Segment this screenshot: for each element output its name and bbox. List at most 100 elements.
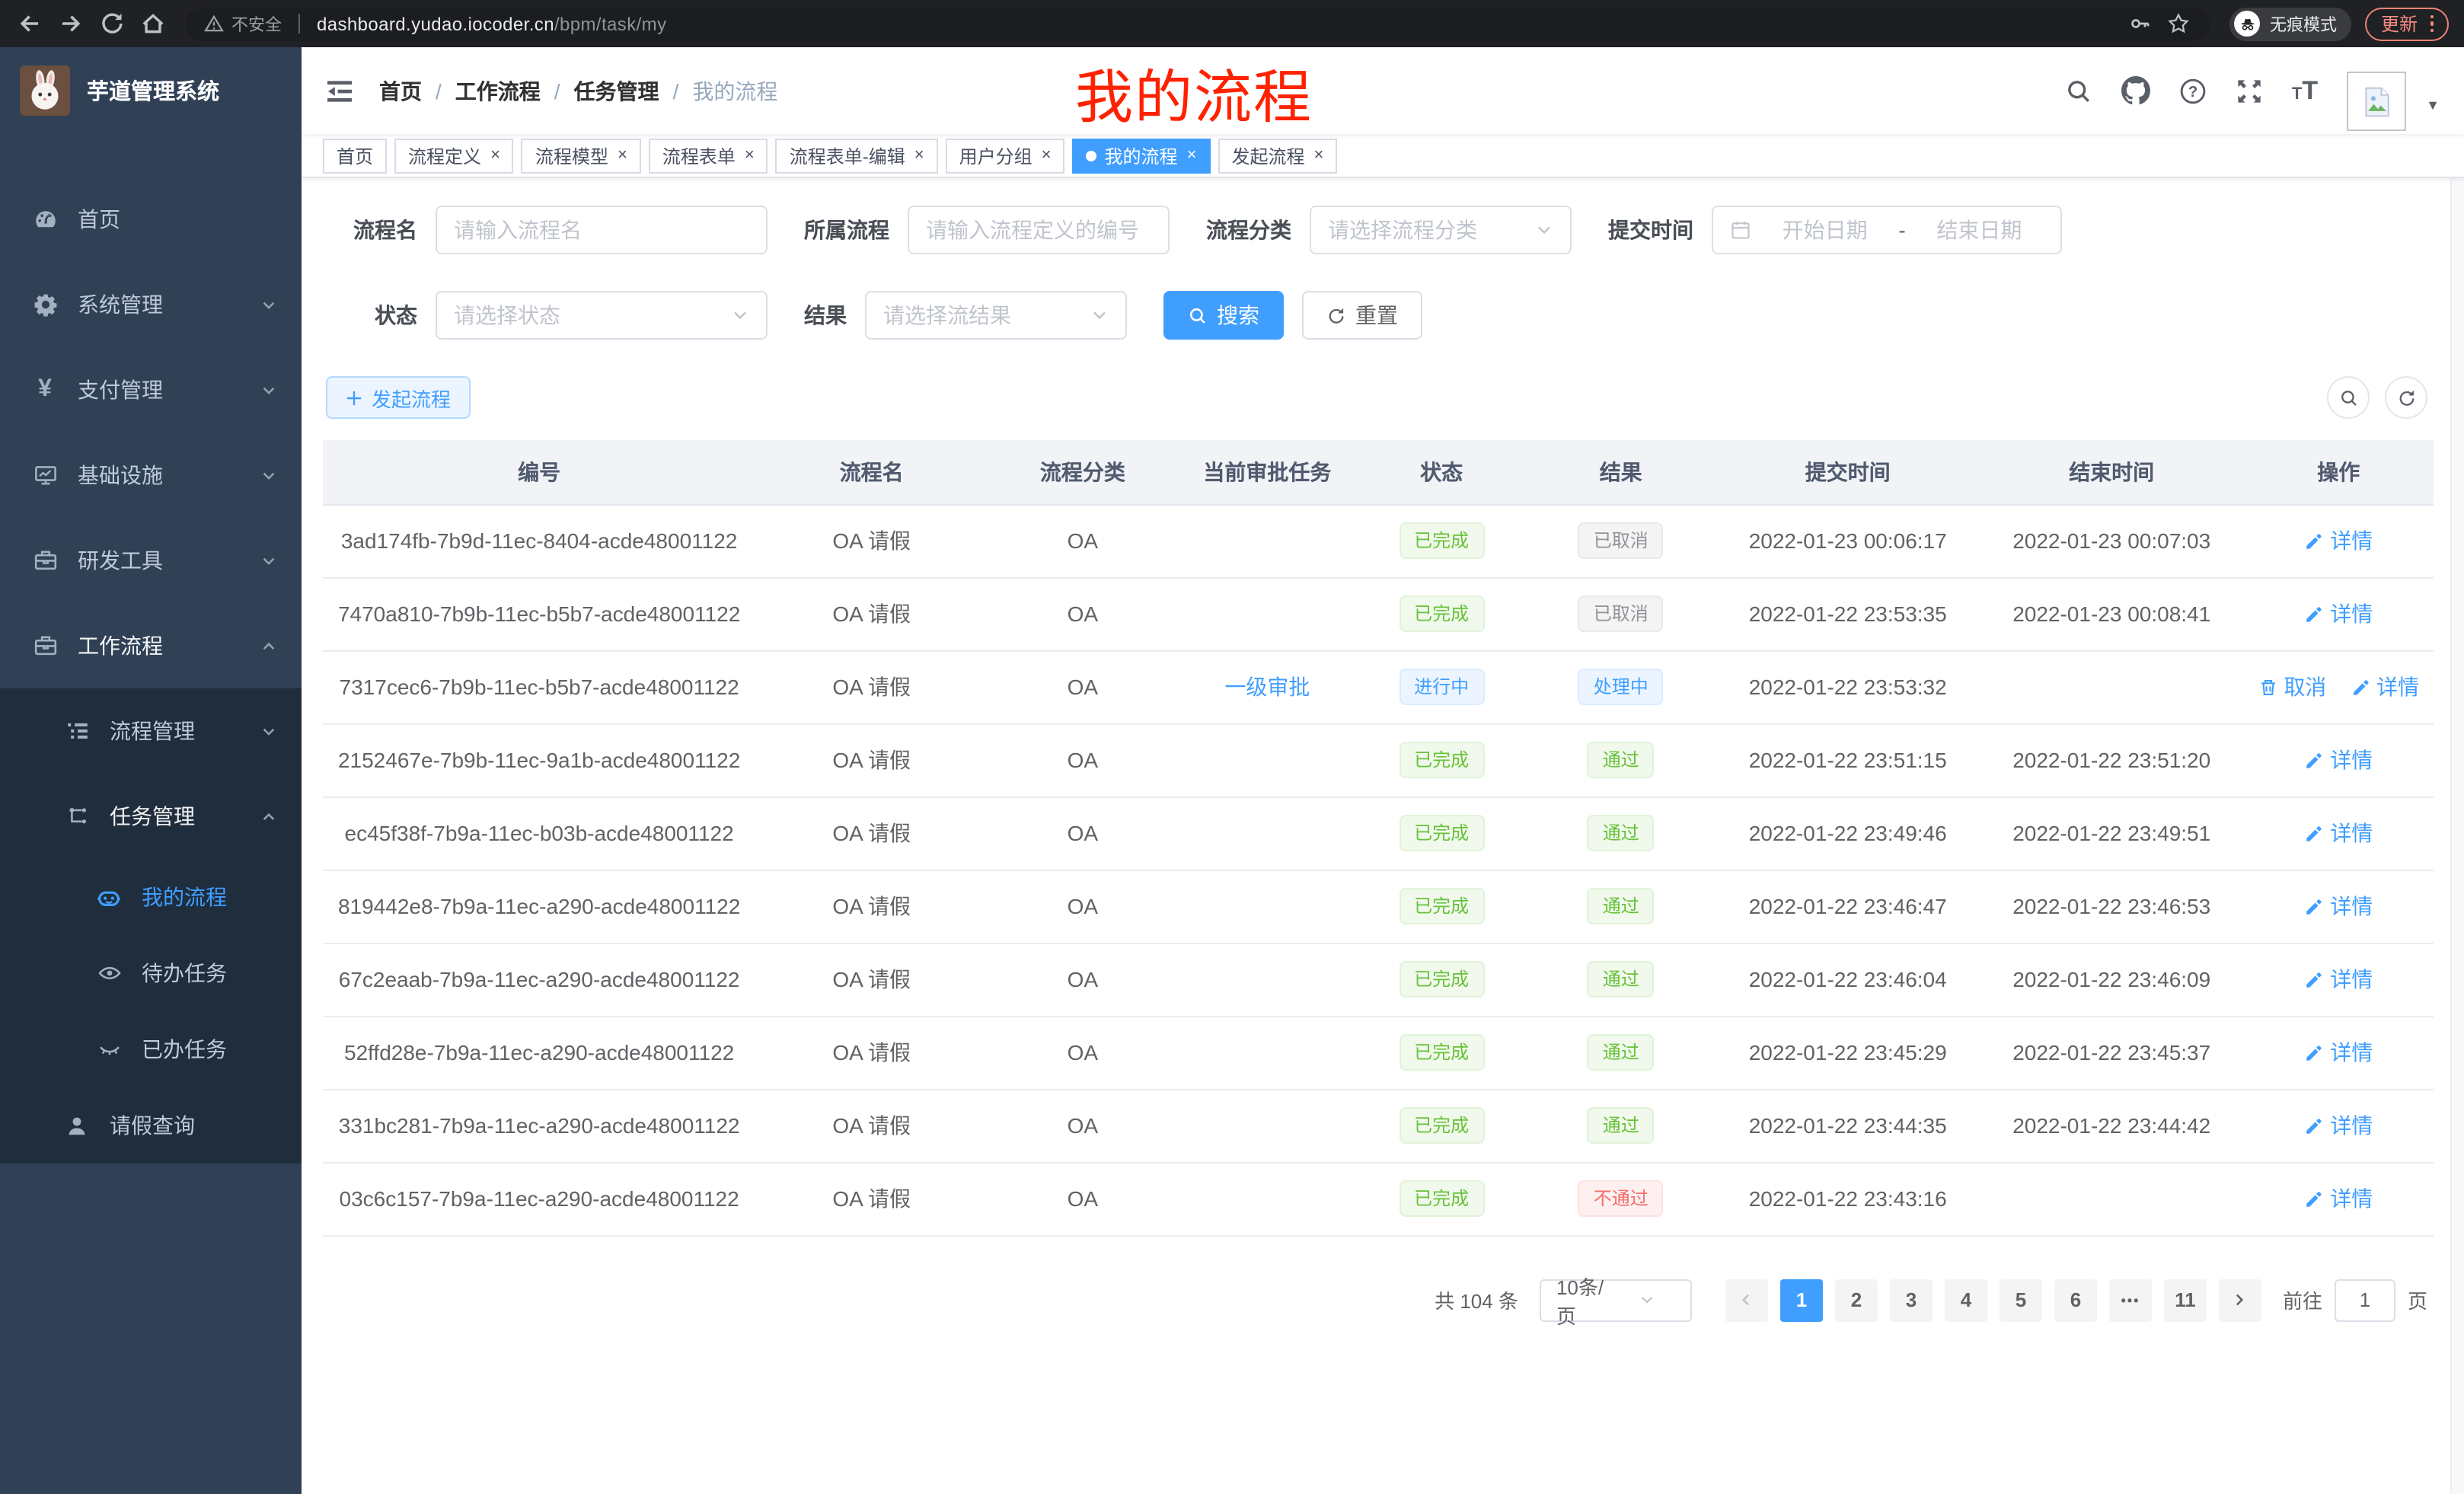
total-count: 共 104 条 xyxy=(1435,1285,1518,1314)
detail-link[interactable]: 详情 xyxy=(2304,599,2373,629)
close-icon[interactable]: × xyxy=(490,147,500,164)
detail-link[interactable]: 详情 xyxy=(2304,1037,2373,1068)
close-icon[interactable]: × xyxy=(914,147,924,164)
breadcrumb: 首页 / 工作流程 / 任务管理 / 我的流程 xyxy=(379,75,777,106)
page-button-1[interactable]: 1 xyxy=(1780,1279,1823,1321)
toolbox-icon xyxy=(32,548,58,573)
bookmark-star-icon[interactable] xyxy=(2165,10,2192,37)
range-separator: - xyxy=(1898,218,1905,242)
process-name-input[interactable] xyxy=(436,206,768,254)
flow-icon xyxy=(64,804,90,828)
search-button[interactable]: 搜索 xyxy=(1163,291,1284,340)
detail-link[interactable]: 详情 xyxy=(2304,525,2373,556)
page-button-11[interactable]: 11 xyxy=(2164,1279,2207,1321)
sidebar-item-done-tasks[interactable]: 已办任务 xyxy=(0,1011,302,1087)
sidebar-item-process-mgmt[interactable]: 流程管理 xyxy=(0,688,302,774)
detail-link[interactable]: 详情 xyxy=(2351,672,2419,702)
home-icon[interactable] xyxy=(139,10,166,37)
tab-my-process[interactable]: 我的流程× xyxy=(1073,138,1211,173)
date-range-picker[interactable]: 开始日期 - 结束日期 xyxy=(1712,206,2062,254)
sidebar-logo[interactable]: 芋道管理系统 xyxy=(0,47,302,134)
sidebar-item-task-mgmt[interactable]: 任务管理 xyxy=(0,774,302,859)
sidebar-item-infra[interactable]: 基础设施 xyxy=(0,433,302,518)
close-icon[interactable]: × xyxy=(1313,147,1323,164)
update-button[interactable]: 更新 xyxy=(2366,7,2449,40)
robot-icon xyxy=(96,884,122,910)
start-process-button[interactable]: 发起流程 xyxy=(326,376,471,419)
close-icon[interactable]: × xyxy=(618,147,627,164)
chevron-down-icon xyxy=(260,552,277,569)
detail-link[interactable]: 详情 xyxy=(2304,964,2373,994)
detail-link[interactable]: 详情 xyxy=(2304,745,2373,775)
back-icon[interactable] xyxy=(15,10,43,37)
address-bar[interactable]: 不安全 dashboard.yudao.iocoder.cn/bpm/task/… xyxy=(186,7,2210,40)
reload-icon[interactable] xyxy=(97,10,125,37)
page-button-4[interactable]: 4 xyxy=(1945,1279,1987,1321)
status-select[interactable]: 请选择状态 xyxy=(436,291,768,340)
edit-icon xyxy=(2304,823,2324,843)
reset-button[interactable]: 重置 xyxy=(1302,291,1422,340)
detail-link[interactable]: 详情 xyxy=(2304,818,2373,848)
sidebar-item-home[interactable]: 首页 xyxy=(0,177,302,262)
current-task-link[interactable]: 一级审批 xyxy=(1224,675,1310,699)
sidebar-item-devtools[interactable]: 研发工具 xyxy=(0,518,302,603)
breadcrumb-task-mgmt[interactable]: 任务管理 xyxy=(574,75,659,106)
goto-label: 前往 xyxy=(2283,1285,2322,1314)
detail-link[interactable]: 详情 xyxy=(2304,891,2373,921)
search-icon[interactable] xyxy=(2065,77,2092,104)
sidebar-item-system[interactable]: 系统管理 xyxy=(0,262,302,347)
forward-icon[interactable] xyxy=(56,10,84,37)
detail-link[interactable]: 详情 xyxy=(2304,1183,2373,1214)
refresh-table-button[interactable] xyxy=(2385,376,2427,419)
tab-process-form-edit[interactable]: 流程表单-编辑× xyxy=(776,138,938,173)
show-search-button[interactable] xyxy=(2327,376,2370,419)
more-pages-icon[interactable]: ••• xyxy=(2109,1279,2152,1321)
breadcrumb-workflow[interactable]: 工作流程 xyxy=(455,75,541,106)
hamburger-icon[interactable] xyxy=(324,75,355,106)
page-title-overlay: 我的流程 xyxy=(1075,50,1313,134)
scrollbar[interactable] xyxy=(2450,47,2464,1494)
font-size-icon[interactable]: TT xyxy=(2292,78,2318,104)
prev-page-button[interactable] xyxy=(1725,1279,1768,1321)
tab-process-model[interactable]: 流程模型× xyxy=(522,138,641,173)
github-icon[interactable] xyxy=(2121,76,2150,105)
page-button-2[interactable]: 2 xyxy=(1835,1279,1878,1321)
tab-home[interactable]: 首页 xyxy=(323,138,387,173)
tab-start-process[interactable]: 发起流程× xyxy=(1218,138,1337,173)
result-select[interactable]: 请选择流结果 xyxy=(865,291,1127,340)
tab-process-definition[interactable]: 流程定义× xyxy=(394,138,514,173)
close-icon[interactable]: × xyxy=(1187,147,1197,164)
sidebar-item-my-process[interactable]: 我的流程 xyxy=(0,859,302,935)
cancel-link[interactable]: 取消 xyxy=(2258,672,2326,702)
close-icon[interactable]: × xyxy=(745,147,755,164)
page-button-6[interactable]: 6 xyxy=(2054,1279,2097,1321)
security-label: 不安全 xyxy=(231,11,282,36)
page-button-3[interactable]: 3 xyxy=(1890,1279,1933,1321)
browser-menu-icon[interactable] xyxy=(2430,15,2434,33)
category-select[interactable]: 请选择流程分类 xyxy=(1310,206,1572,254)
avatar-caret-icon[interactable]: ▼ xyxy=(2426,97,2440,112)
password-key-icon[interactable] xyxy=(2127,10,2154,37)
status-badge: 已完成 xyxy=(1399,888,1484,924)
security-chip[interactable]: 不安全 xyxy=(204,11,282,36)
detail-link[interactable]: 详情 xyxy=(2304,1110,2373,1141)
sidebar-item-leave-query[interactable]: 请假查询 xyxy=(0,1087,302,1164)
process-definition-input[interactable] xyxy=(908,206,1170,254)
page-button-5[interactable]: 5 xyxy=(2000,1279,2042,1321)
sidebar-item-workflow[interactable]: 工作流程 xyxy=(0,603,302,688)
col-result: 结果 xyxy=(1526,440,1716,504)
url-text: dashboard.yudao.iocoder.cn/bpm/task/my xyxy=(317,13,666,34)
goto-page-input[interactable] xyxy=(2335,1279,2395,1321)
sidebar-item-todo-tasks[interactable]: 待办任务 xyxy=(0,935,302,1011)
avatar[interactable] xyxy=(2347,72,2406,131)
help-icon[interactable]: ? xyxy=(2179,77,2207,104)
fullscreen-icon[interactable] xyxy=(2236,77,2263,104)
sidebar-item-payment[interactable]: ¥ 支付管理 xyxy=(0,347,302,433)
breadcrumb-home[interactable]: 首页 xyxy=(379,75,422,106)
tab-user-group[interactable]: 用户分组× xyxy=(946,138,1065,173)
page-size-select[interactable]: 10条/页 xyxy=(1540,1279,1692,1321)
result-badge: 不通过 xyxy=(1578,1180,1664,1217)
close-icon[interactable]: × xyxy=(1042,147,1052,164)
tab-process-form[interactable]: 流程表单× xyxy=(649,138,768,173)
next-page-button[interactable] xyxy=(2219,1279,2261,1321)
